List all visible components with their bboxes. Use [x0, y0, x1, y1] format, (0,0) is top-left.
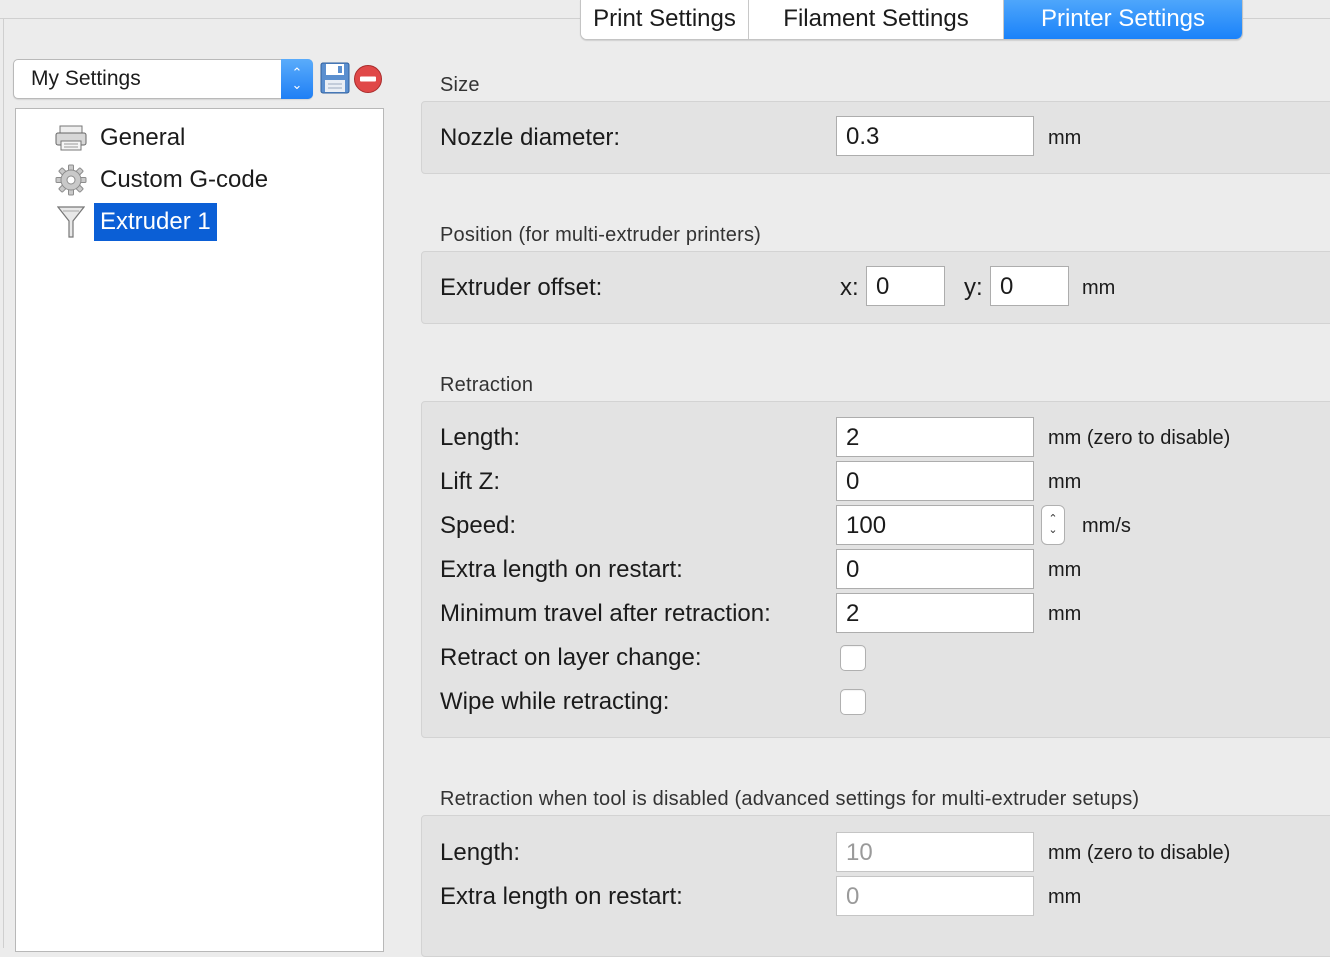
toolchange-length-input[interactable]: 10 — [836, 832, 1034, 872]
tab-filament-settings[interactable]: Filament Settings — [749, 0, 1004, 39]
toolchange-extra-unit: mm — [1048, 886, 1082, 908]
extruder-offset-label: Extruder offset: — [440, 274, 603, 301]
offset-x-label: x: — [840, 274, 859, 301]
section-title-tool-disabled: Retraction when tool is disabled (advanc… — [440, 788, 1140, 810]
extra-length-label: Extra length on restart: — [440, 556, 683, 583]
lift-z-input[interactable]: 0 — [836, 461, 1034, 501]
offset-y-input[interactable]: 0 — [990, 266, 1069, 306]
tree-item-label: Custom G-code — [100, 166, 269, 193]
min-travel-input[interactable]: 2 — [836, 593, 1034, 633]
retract-layer-change-checkbox[interactable] — [840, 645, 866, 671]
tree-item-general[interactable]: General — [54, 119, 191, 157]
chevron-updown-icon[interactable]: ⌃ ⌄ — [281, 59, 313, 99]
tab-bar: Print Settings Filament Settings Printer… — [580, 0, 1243, 40]
tree-item-label: Extruder 1 — [94, 203, 217, 241]
tree-item-extruder-1[interactable]: Extruder 1 — [54, 203, 217, 241]
offset-y-label: y: — [964, 274, 983, 301]
tree-item-label: General — [100, 124, 186, 151]
lift-z-label: Lift Z: — [440, 468, 501, 495]
retraction-speed-input[interactable]: 100 — [836, 505, 1034, 545]
section-title-position: Position (for multi-extruder printers) — [440, 224, 762, 246]
toolchange-extra-label: Extra length on restart: — [440, 883, 683, 910]
nozzle-diameter-input[interactable]: 0.3 — [836, 116, 1034, 156]
extra-length-input[interactable]: 0 — [836, 549, 1034, 589]
wipe-retracting-label: Wipe while retracting: — [440, 688, 670, 715]
retraction-length-label: Length: — [440, 424, 521, 451]
speed-stepper[interactable]: ⌃ ⌄ — [1041, 505, 1065, 545]
settings-tree: General Custom G-code Extruder 1 — [15, 108, 384, 952]
section-title-retraction: Retraction — [440, 374, 534, 396]
wipe-retracting-checkbox[interactable] — [840, 689, 866, 715]
printer-icon — [54, 121, 88, 155]
retraction-speed-unit: mm/s — [1082, 515, 1131, 537]
offset-x-input[interactable]: 0 — [866, 266, 945, 306]
retract-layer-change-label: Retract on layer change: — [440, 644, 702, 671]
extra-length-unit: mm — [1048, 559, 1082, 581]
tab-printer-settings[interactable]: Printer Settings — [1004, 0, 1242, 39]
nozzle-diameter-label: Nozzle diameter: — [440, 124, 621, 151]
section-title-size: Size — [440, 74, 480, 96]
toolchange-length-label: Length: — [440, 839, 521, 866]
retraction-length-unit: mm (zero to disable) — [1048, 427, 1231, 449]
preset-dropdown[interactable]: My Settings ⌃ ⌄ — [13, 59, 313, 99]
funnel-icon — [54, 205, 88, 239]
chevron-down-icon[interactable]: ⌄ — [1048, 525, 1057, 536]
offset-unit: mm — [1082, 277, 1116, 299]
retraction-speed-label: Speed: — [440, 512, 517, 539]
preset-selected-value: My Settings — [31, 67, 141, 90]
nozzle-diameter-unit: mm — [1048, 127, 1082, 149]
min-travel-label: Minimum travel after retraction: — [440, 600, 771, 627]
toolchange-length-unit: mm (zero to disable) — [1048, 842, 1231, 864]
toolchange-extra-input[interactable]: 0 — [836, 876, 1034, 916]
retraction-length-input[interactable]: 2 — [836, 417, 1034, 457]
min-travel-unit: mm — [1048, 603, 1082, 625]
delete-icon[interactable] — [353, 64, 383, 94]
save-icon[interactable] — [320, 62, 350, 94]
tab-print-settings[interactable]: Print Settings — [581, 0, 749, 39]
lift-z-unit: mm — [1048, 471, 1082, 493]
tree-item-custom-gcode[interactable]: Custom G-code — [54, 161, 274, 199]
gear-icon — [54, 163, 88, 197]
